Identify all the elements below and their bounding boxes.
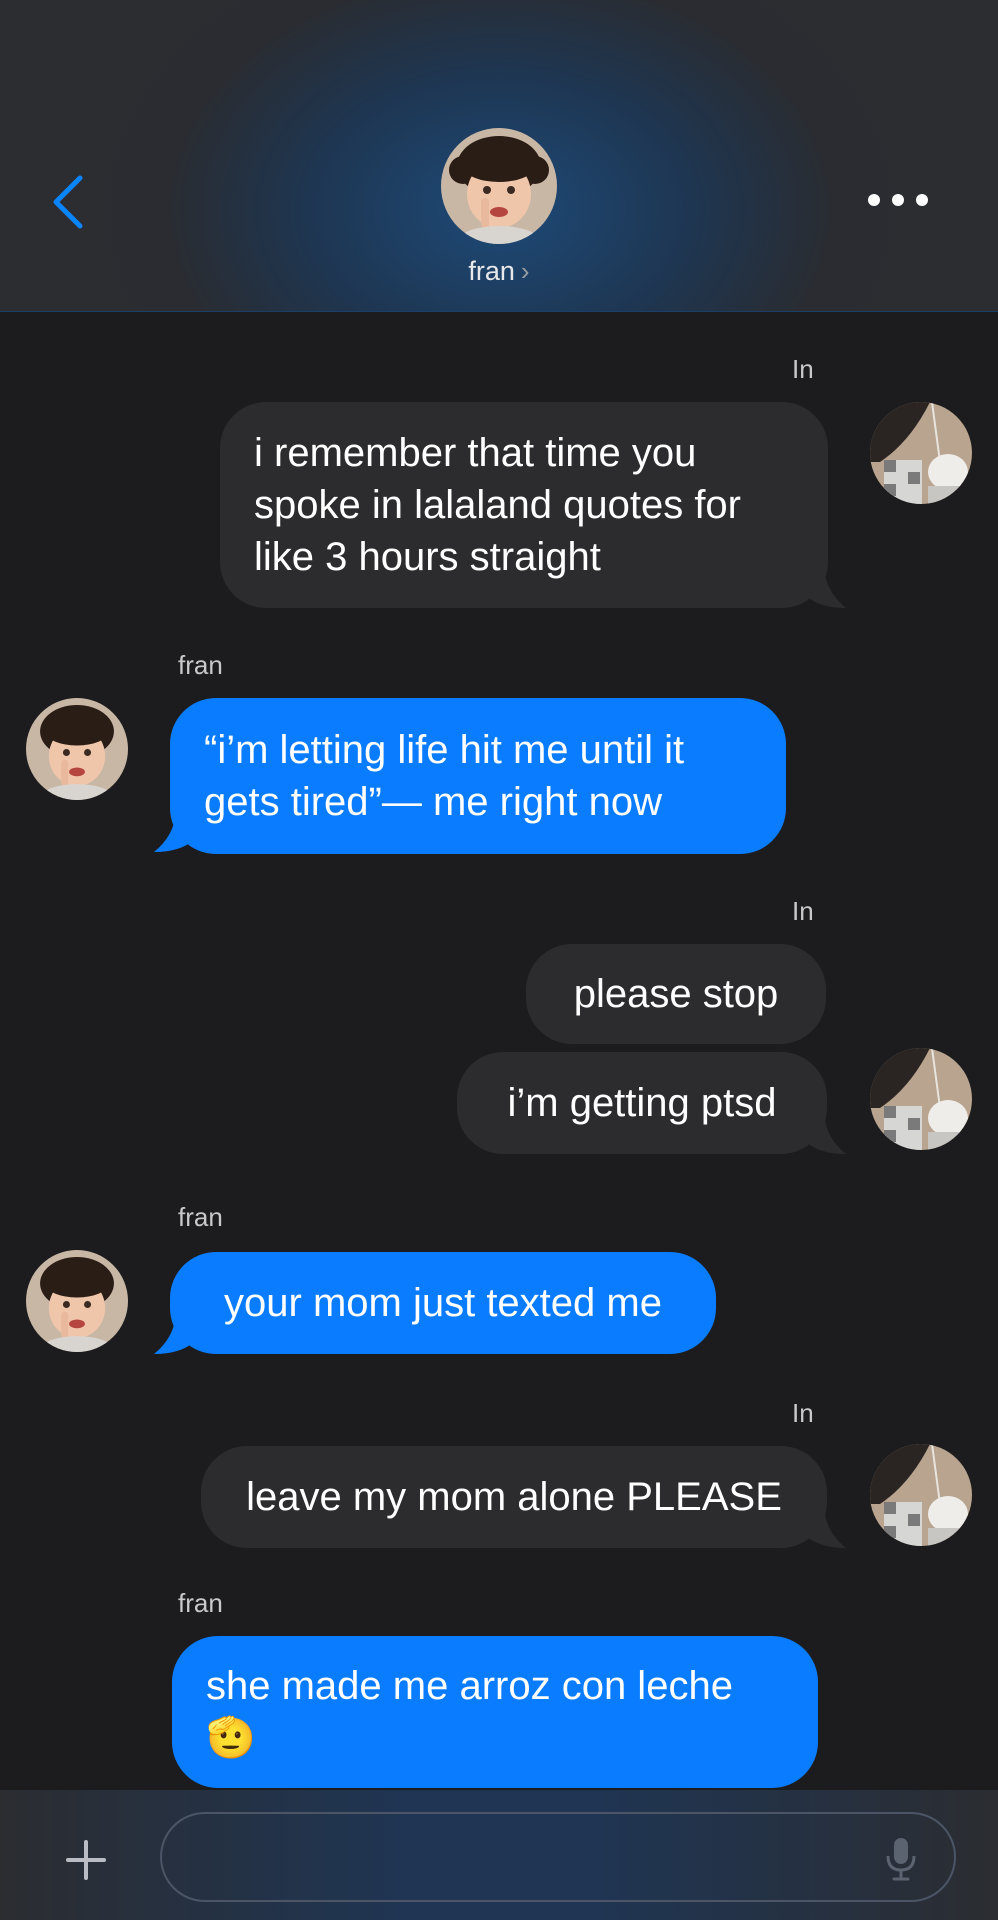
microphone-icon xyxy=(886,1838,916,1881)
message-line: please stop xyxy=(573,972,779,1016)
message-line: spoke in lalaland quotes for xyxy=(254,483,741,527)
message-line: i remember that time you xyxy=(254,431,697,475)
message-bubble[interactable]: she made me arroz con leche 🫡 xyxy=(172,1636,818,1788)
ellipsis-dot xyxy=(868,194,880,206)
add-attachment-button[interactable] xyxy=(64,1838,108,1882)
contact-avatar-small[interactable] xyxy=(26,1250,128,1352)
message-bubble[interactable]: please stop xyxy=(526,944,826,1044)
chevron-left-icon xyxy=(53,175,83,229)
contact-name-link[interactable]: fran › xyxy=(0,256,998,287)
sender-label: fran xyxy=(178,1588,223,1618)
message-line: leave my mom alone PLEASE xyxy=(246,1475,782,1519)
sender-label: In xyxy=(792,896,814,926)
message-bubble[interactable]: i remember that time you spoke in lalala… xyxy=(220,402,828,608)
self-avatar[interactable] xyxy=(870,1048,972,1150)
sender-label: fran xyxy=(178,650,223,680)
back-button[interactable] xyxy=(48,172,88,232)
message-input[interactable] xyxy=(160,1812,956,1902)
message-bubble[interactable]: your mom just texted me xyxy=(170,1252,716,1354)
message-line: “i’m letting life hit me until it xyxy=(204,728,685,772)
sender-label: In xyxy=(792,1398,814,1428)
message-line: i’m getting ptsd xyxy=(507,1081,777,1125)
contact-name: fran xyxy=(468,256,515,286)
ellipsis-dot xyxy=(892,194,904,206)
self-avatar[interactable] xyxy=(870,402,972,504)
bubble-tail xyxy=(806,568,846,608)
ellipsis-dot xyxy=(916,194,928,206)
contact-avatar[interactable] xyxy=(441,128,557,244)
message-bubble[interactable]: “i’m letting life hit me until it gets t… xyxy=(170,698,786,854)
emoji: 🫡 xyxy=(206,1716,256,1760)
message-line: she made me arroz con leche xyxy=(206,1664,733,1708)
message-bubble[interactable]: i’m getting ptsd xyxy=(457,1052,827,1154)
bubble-tail xyxy=(806,1114,846,1154)
message-line: your mom just texted me xyxy=(224,1281,662,1325)
sender-label: In xyxy=(792,354,814,384)
self-avatar[interactable] xyxy=(870,1444,972,1546)
microphone-button[interactable] xyxy=(884,1836,918,1882)
more-options-button[interactable] xyxy=(868,185,928,215)
plus-icon xyxy=(66,1840,106,1880)
chevron-right-icon: › xyxy=(520,256,530,286)
bubble-tail xyxy=(806,1508,846,1548)
contact-avatar-small[interactable] xyxy=(26,698,128,800)
message-bubble[interactable]: leave my mom alone PLEASE xyxy=(201,1446,827,1548)
message-line: like 3 hours straight xyxy=(254,535,601,579)
sender-label: fran xyxy=(178,1202,223,1232)
message-line: gets tired”— me right now xyxy=(204,780,662,824)
